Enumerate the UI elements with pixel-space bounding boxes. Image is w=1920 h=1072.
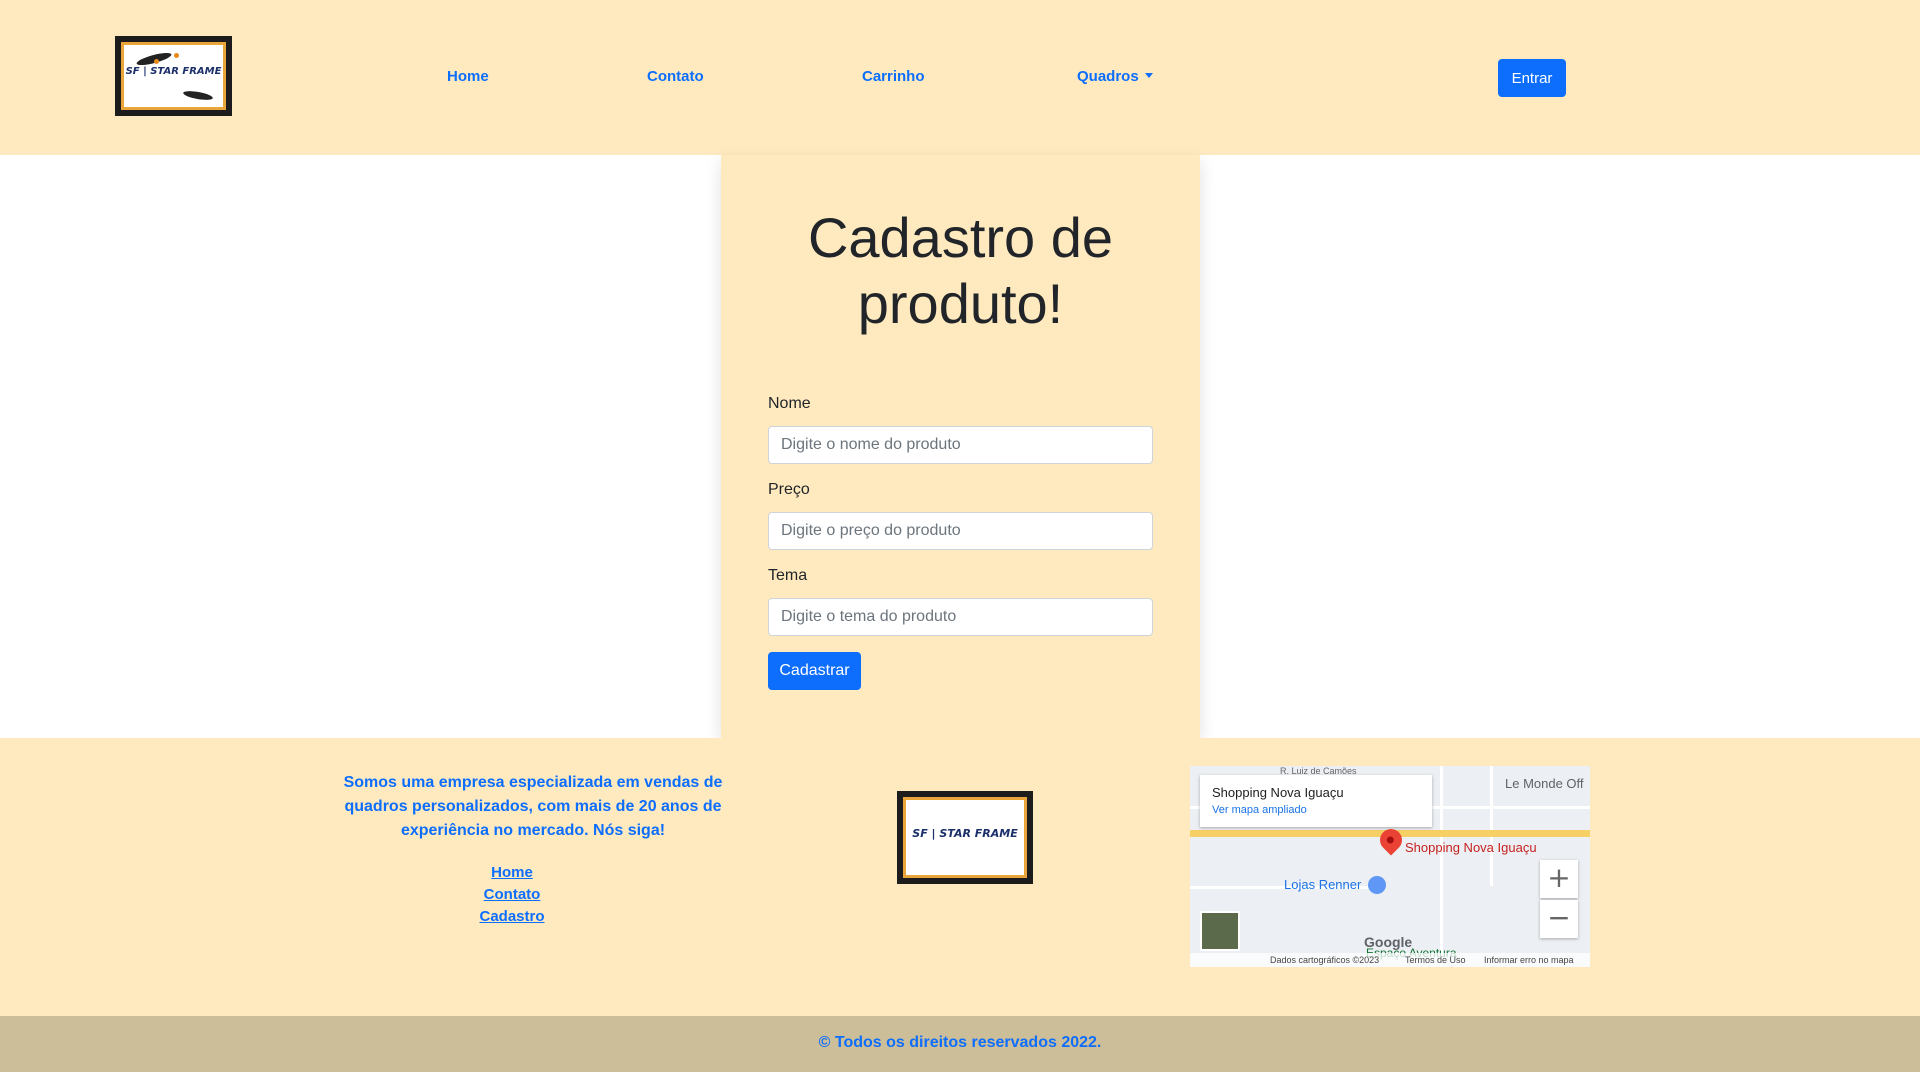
logo-dot	[154, 59, 159, 64]
poi-label: Lojas Renner	[1284, 877, 1362, 892]
map-report-link[interactable]: Informar erro no mapa	[1484, 955, 1574, 965]
site-header: SF | STAR FRAME Home Contato Carrinho Qu…	[0, 0, 1920, 155]
map-road	[1490, 766, 1493, 886]
footer-links: Home Contato Cadastro	[412, 862, 612, 928]
logo-dot	[174, 53, 179, 58]
zoom-in-button[interactable]: +	[1540, 860, 1578, 898]
brand-logo[interactable]: SF | STAR FRAME	[115, 36, 232, 116]
site-footer: Somos uma empresa especializada em venda…	[0, 738, 1920, 1016]
copyright-bar: © Todos os direitos reservados 2022.	[0, 1016, 1920, 1072]
nav-contato[interactable]: Contato	[647, 68, 704, 85]
nav-carrinho[interactable]: Carrinho	[862, 68, 925, 85]
logo-splash	[182, 89, 214, 102]
footer-logo-text: SF | STAR FRAME	[912, 827, 1018, 840]
map-data-credit: Dados cartográficos ©2023	[1270, 955, 1380, 965]
copyright-text: © Todos os direitos reservados 2022.	[818, 1034, 1102, 1051]
map-terms-link[interactable]: Termos de Uso	[1405, 955, 1466, 965]
area-label-top: Le Monde Off	[1505, 776, 1584, 791]
name-input[interactable]	[768, 426, 1153, 464]
map-info-card: Shopping Nova Iguaçu Ver mapa ampliado	[1200, 775, 1432, 827]
footer-logo: SF | STAR FRAME	[897, 791, 1033, 884]
price-input[interactable]	[768, 512, 1153, 550]
map-enlarge-link[interactable]: Ver mapa ampliado	[1212, 804, 1420, 816]
location-map[interactable]: R. Luiz de Camões Le Monde Off Shopping …	[1190, 766, 1590, 967]
map-place-name: Shopping Nova Iguaçu	[1212, 785, 1344, 800]
shopping-bag-icon[interactable]	[1368, 876, 1386, 894]
about-text: Somos uma empresa especializada em venda…	[343, 774, 723, 839]
price-label: Preço	[768, 481, 810, 498]
theme-input[interactable]	[768, 598, 1153, 636]
nav-quadros-dropdown[interactable]: Quadros	[1077, 68, 1153, 85]
footer-link-contato[interactable]: Contato	[412, 884, 612, 906]
satellite-toggle[interactable]	[1200, 911, 1240, 951]
zoom-out-button[interactable]: −	[1540, 900, 1578, 938]
nav-quadros-label: Quadros	[1077, 68, 1139, 85]
footer-logo-canvas: SF | STAR FRAME	[903, 797, 1027, 878]
logo-canvas: SF | STAR FRAME	[121, 42, 226, 110]
pin-label: Shopping Nova Iguaçu	[1405, 840, 1537, 855]
logo-text: SF | STAR FRAME	[125, 66, 222, 78]
login-button[interactable]: Entrar	[1498, 59, 1566, 97]
name-label: Nome	[768, 395, 811, 412]
map-road	[1440, 766, 1443, 967]
map-footer: Dados cartográficos ©2023 Termos de Uso …	[1190, 953, 1590, 967]
page-title: Cadastro de produto!	[807, 206, 1114, 335]
product-form-card: Cadastro de produto! Nome Preço Tema Cad…	[721, 155, 1200, 738]
footer-link-home[interactable]: Home	[412, 862, 612, 884]
chevron-down-icon	[1144, 73, 1153, 78]
footer-link-cadastro[interactable]: Cadastro	[412, 906, 612, 928]
nav-home[interactable]: Home	[447, 68, 489, 85]
theme-label: Tema	[768, 567, 808, 584]
submit-button[interactable]: Cadastrar	[768, 652, 861, 690]
